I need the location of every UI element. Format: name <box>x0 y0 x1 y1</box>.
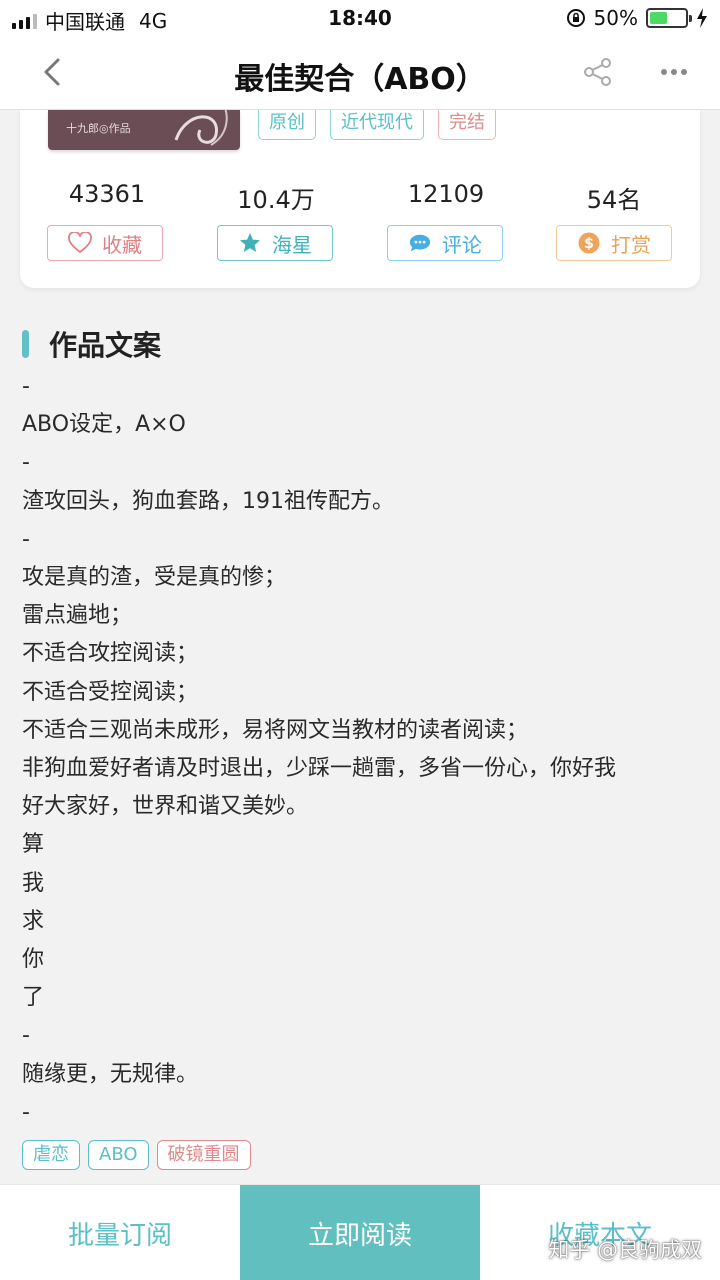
tag-complete[interactable]: 完结 <box>438 110 496 140</box>
stat-collects: 43361 <box>68 180 146 208</box>
comment-icon <box>408 231 432 255</box>
carrier-label: 中国联通 <box>45 10 125 34</box>
share-icon[interactable] <box>582 56 614 88</box>
star-icon <box>238 231 262 255</box>
status-left: 中国联通 4G <box>12 6 167 35</box>
orientation-lock-icon <box>566 9 585 27</box>
description-line: 攻是真的渣，受是真的惨； <box>22 565 287 591</box>
description-line: 不适合三观尚未成形，易将网文当教材的读者阅读； <box>22 717 529 743</box>
stat-comments: 12109 <box>407 180 485 208</box>
tag-modern[interactable]: 近代现代 <box>330 110 424 140</box>
description-line: 雷点遍地； <box>22 603 133 629</box>
tag-reunion[interactable]: 破镜重圆 <box>156 1140 251 1170</box>
stat-reward-rank: 54名 <box>586 186 642 214</box>
reward-button[interactable]: $ 打赏 <box>556 225 672 261</box>
collect-button[interactable]: 收藏 <box>47 225 163 261</box>
cover-text: 十九郎◎作品 <box>66 122 131 135</box>
more-icon[interactable] <box>656 56 692 88</box>
description-line: 了 <box>22 985 45 1011</box>
stat-stars: 10.4万 <box>237 186 315 214</box>
status-bar: 中国联通 4G 18:40 50% <box>0 0 720 36</box>
description-line: - <box>22 526 30 552</box>
reward-label: 打赏 <box>611 232 651 257</box>
star-button[interactable]: 海星 <box>217 225 333 261</box>
tag-angst[interactable]: 虐恋 <box>22 1140 80 1170</box>
description-line: - <box>22 1099 30 1125</box>
section-header: 作品文案 <box>22 324 161 364</box>
comment-button[interactable]: 评论 <box>387 225 503 261</box>
description-line: - <box>22 374 30 399</box>
svg-text:$: $ <box>584 236 594 252</box>
comment-label: 评论 <box>442 232 482 257</box>
book-tags: 原创 近代现代 完结 <box>258 110 496 140</box>
tag-abo[interactable]: ABO <box>88 1140 149 1170</box>
section-title: 作品文案 <box>49 329 162 362</box>
description-line: 好大家好，世界和谐又美妙。 <box>22 794 309 820</box>
battery-icon <box>646 8 692 28</box>
read-now-button[interactable]: 立即阅读 <box>240 1185 480 1280</box>
description-line: 渣攻回头，狗血套路，191祖传配方。 <box>22 488 394 514</box>
description-line: 不适合受控阅读； <box>22 679 199 705</box>
battery-fill <box>650 12 667 24</box>
watermark: 知乎 @良驹成双 <box>548 1238 702 1262</box>
nav-bar: 最佳契合（ABO） <box>0 36 720 110</box>
book-card: 十九郎◎作品 原创 近代现代 完结 43361 10.4万 12109 54名 … <box>20 110 700 288</box>
tag-original[interactable]: 原创 <box>258 110 316 140</box>
description-line: 随缘更，无规律。 <box>22 1061 199 1087</box>
battery-percent: 50% <box>593 6 638 30</box>
favorite-book-button[interactable]: 收藏本文 <box>480 1185 720 1280</box>
description-line: 你 <box>22 947 45 973</box>
charging-icon <box>697 8 707 28</box>
description-line: 不适合攻控阅读； <box>22 641 199 667</box>
network-label: 4G <box>139 8 168 33</box>
star-label: 海星 <box>272 232 312 257</box>
description-line: 求 <box>22 908 45 934</box>
description-line: 我 <box>22 870 45 896</box>
batch-subscribe-button[interactable]: 批量订阅 <box>0 1185 240 1280</box>
back-icon[interactable] <box>36 54 72 90</box>
bottom-action-bar: 批量订阅 立即阅读 收藏本文 <box>0 1184 720 1280</box>
section-accent-bar <box>22 330 29 358</box>
book-cover[interactable]: 十九郎◎作品 <box>48 110 240 150</box>
description-line: - <box>22 1023 30 1049</box>
page-title: 最佳契合（ABO） <box>234 62 486 97</box>
genre-tags: 虐恋 ABO 破镜重圆 <box>22 1140 251 1170</box>
description-line: 非狗血爱好者请及时退出，少踩一趟雷，多省一份心，你好我 <box>22 756 617 782</box>
description-line: ABO设定，A×O <box>22 412 186 438</box>
collect-label: 收藏 <box>102 232 142 257</box>
description-line: - <box>22 450 30 476</box>
description-line: 算 <box>22 832 45 858</box>
status-right: 50% <box>566 6 708 30</box>
coin-icon: $ <box>577 231 601 255</box>
description: - ABO设定，A×O - 渣攻回头，狗血套路，191祖传配方。 - 攻是真的渣… <box>22 368 712 1132</box>
heart-icon <box>68 231 92 255</box>
cover-ornament <box>174 110 228 146</box>
signal-icon <box>12 13 37 29</box>
